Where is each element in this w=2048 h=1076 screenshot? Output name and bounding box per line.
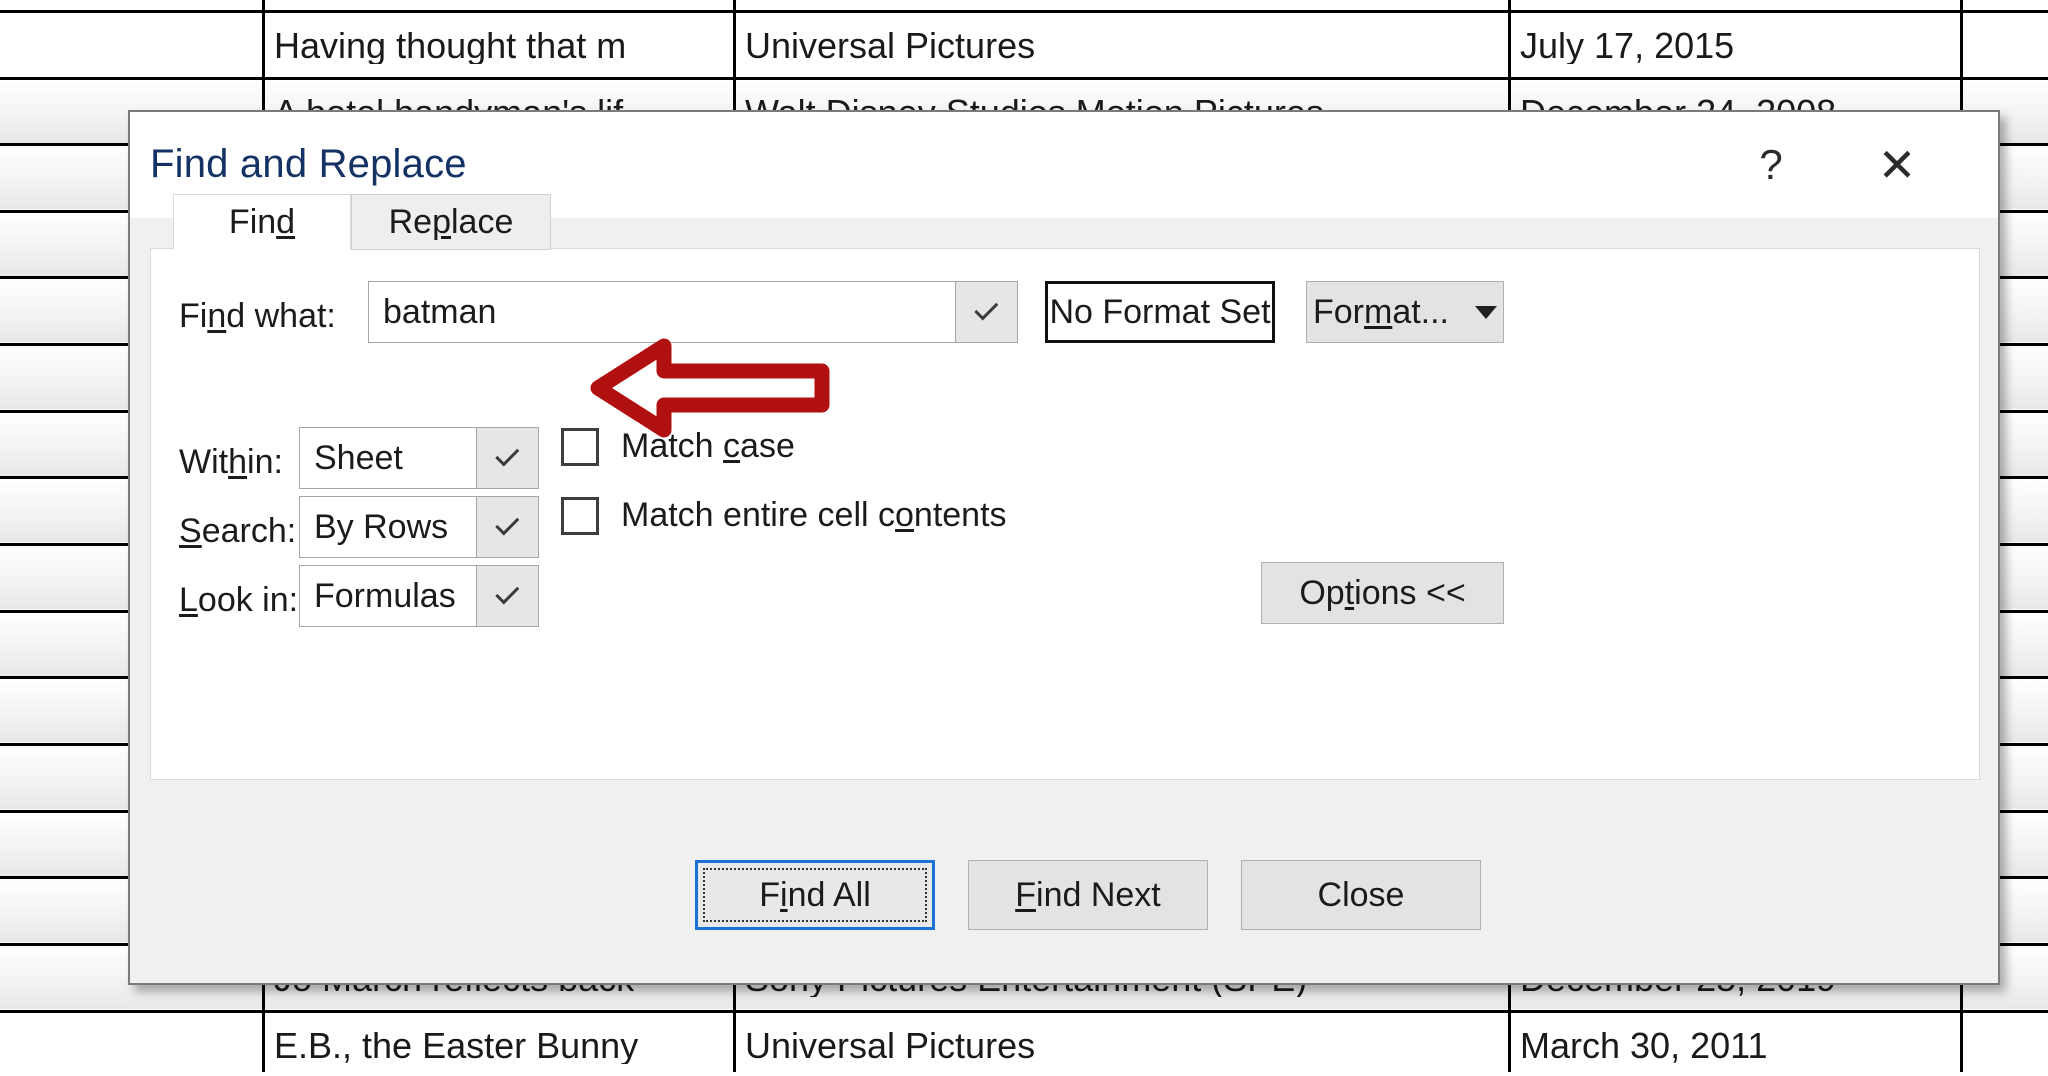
- tab-replace-label: Replace: [388, 202, 514, 241]
- find-what-combobox[interactable]: batman: [368, 281, 1018, 343]
- look-in-label: Look in:: [179, 581, 299, 619]
- within-combobox[interactable]: Sheet: [299, 427, 539, 489]
- options-button-label: Options <<: [1299, 573, 1466, 612]
- chevron-down-icon: [973, 296, 998, 321]
- tab-replace[interactable]: Replace: [351, 194, 551, 250]
- find-next-button[interactable]: Find Next: [968, 860, 1208, 930]
- spreadsheet-cell: Universal Pictures: [745, 1028, 1036, 1064]
- help-icon[interactable]: ?: [1732, 134, 1810, 196]
- find-next-button-label: Find Next: [1015, 875, 1161, 914]
- tab-bar: Find Replace: [151, 194, 1979, 250]
- focus-ring: [703, 868, 927, 922]
- spreadsheet-cell: E.B., the Easter Bunny: [274, 1028, 639, 1064]
- look-in-value[interactable]: Formulas: [300, 566, 476, 626]
- spreadsheet-cell: March 30, 2011: [1520, 1028, 1768, 1064]
- match-case-checkbox-row[interactable]: Match case: [561, 427, 795, 466]
- chevron-down-icon: [494, 511, 519, 536]
- caret-down-icon: [1475, 305, 1498, 319]
- within-dropdown-button[interactable]: [476, 428, 538, 488]
- format-preview-box: No Format Set: [1045, 281, 1275, 343]
- close-button-label: Close: [1317, 875, 1405, 914]
- find-what-label: Find what:: [179, 297, 336, 335]
- format-button-label: Format...: [1312, 292, 1450, 331]
- look-in-dropdown-button[interactable]: [476, 566, 538, 626]
- format-button[interactable]: Format...: [1306, 281, 1504, 343]
- match-entire-cell-checkbox-row[interactable]: Match entire cell contents: [561, 496, 1007, 535]
- dialog-title: Find and Replace: [150, 142, 467, 186]
- close-button[interactable]: Close: [1241, 860, 1481, 930]
- match-entire-cell-checkbox[interactable]: [561, 496, 599, 535]
- chevron-down-icon: [494, 580, 519, 605]
- within-label: Within:: [179, 443, 283, 481]
- spreadsheet-cell: July 17, 2015: [1520, 28, 1735, 64]
- search-label: Search:: [179, 512, 297, 550]
- find-what-dropdown-button[interactable]: [955, 282, 1017, 342]
- tab-find[interactable]: Find: [173, 194, 351, 250]
- spreadsheet-cell: Having thought that m: [274, 28, 627, 64]
- match-case-checkbox[interactable]: [561, 427, 599, 466]
- within-value[interactable]: Sheet: [300, 428, 476, 488]
- spreadsheet-cell: Universal Pictures: [745, 28, 1036, 64]
- chevron-down-icon: [494, 442, 519, 467]
- look-in-combobox[interactable]: Formulas: [299, 565, 539, 627]
- search-combobox[interactable]: By Rows: [299, 496, 539, 558]
- search-dropdown-button[interactable]: [476, 497, 538, 557]
- format-preview-label: No Format Set: [1049, 292, 1271, 331]
- close-icon[interactable]: ✕: [1858, 134, 1936, 196]
- find-all-button[interactable]: Find All: [695, 860, 935, 930]
- options-button[interactable]: Options <<: [1261, 562, 1504, 624]
- match-case-label: Match case: [621, 427, 795, 465]
- match-entire-cell-label: Match entire cell contents: [621, 496, 1007, 534]
- search-value[interactable]: By Rows: [300, 497, 476, 557]
- dialog-content-panel: Find Replace Find what: batman No Format…: [150, 194, 1980, 780]
- tab-find-label: Find: [228, 202, 296, 241]
- find-and-replace-dialog: Find and Replace ? ✕ Find Replace Find w…: [128, 110, 2000, 985]
- find-what-input[interactable]: batman: [369, 282, 955, 342]
